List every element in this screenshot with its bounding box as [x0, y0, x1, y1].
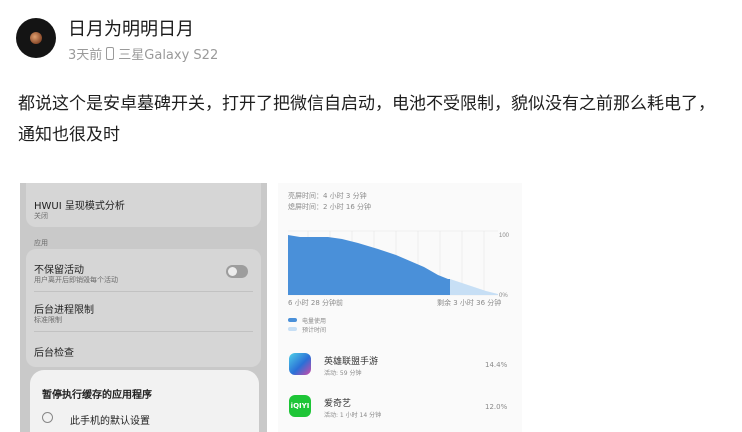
hwui-title: HWUI 呈现模式分析: [34, 201, 125, 212]
app-activity: 活动: 59 分钟: [324, 370, 362, 377]
screen-off-time: 熄屏时间：2 小时 16 分钟: [288, 203, 372, 211]
app-row[interactable]: 英雄联盟手游 活动: 59 分钟 14.4%: [278, 349, 522, 383]
app-row[interactable]: iQIYI 爱奇艺 活动: 1 小时 14 分钟 12.0%: [278, 391, 522, 425]
battery-estimate-area: [450, 279, 498, 295]
bg-check-title: 后台检查: [34, 348, 74, 359]
hwui-sub: 关闭: [34, 212, 48, 220]
legend-usage: 电量使用: [302, 318, 327, 325]
y-axis-max: 100: [499, 233, 510, 239]
app-activity: 活动: 1 小时 14 分钟: [324, 412, 382, 419]
post-meta: 3天前 三星Galaxy S22: [68, 44, 218, 63]
battery-screenshot[interactable]: 亮屏时间：4 小时 3 分钟 熄屏时间：2 小时 16 分钟 100 0% 6 …: [278, 183, 522, 432]
app-name: 爱奇艺: [324, 399, 352, 409]
username[interactable]: 日月为明明日月: [68, 15, 194, 41]
legend-estimate: 预计时间: [302, 327, 327, 334]
radio-default[interactable]: [42, 412, 53, 423]
phone-icon: [106, 47, 115, 60]
iqiyi-icon: iQIYI: [289, 395, 311, 417]
dialog-option: 此手机的默认设置: [70, 416, 150, 427]
legend-estimate-swatch: [288, 327, 297, 331]
no-keep-sub: 用户离开后即销毁每个活动: [34, 276, 118, 284]
avatar[interactable]: [16, 18, 56, 58]
legend-usage-swatch: [288, 318, 297, 322]
screen-on-time: 亮屏时间：4 小时 3 分钟: [288, 192, 367, 200]
post-time: 3天前: [68, 48, 103, 63]
x-axis-start: 6 小时 28 分钟前: [288, 299, 344, 307]
battery-usage-area: [288, 235, 450, 295]
device-name: 三星Galaxy S22: [118, 48, 219, 63]
no-keep-title: 不保留活动: [34, 265, 84, 276]
no-keep-toggle[interactable]: [226, 265, 248, 278]
divider: [34, 331, 253, 332]
section-label: 应用: [34, 239, 48, 247]
bg-limit-title: 后台进程限制: [34, 305, 94, 316]
x-axis-end: 剩余 3 小时 36 分钟: [437, 299, 502, 307]
app-name: 英雄联盟手游: [324, 357, 379, 367]
post-body: 都说这个是安卓墓碑开关，打开了把微信自启动，电池不受限制，貌似没有之前那么耗电了…: [18, 94, 715, 145]
divider: [34, 291, 253, 292]
app-percent: 14.4%: [485, 361, 508, 369]
app-percent: 12.0%: [485, 403, 508, 411]
settings-screenshot[interactable]: HWUI 呈现模式分析 关闭 应用 不保留活动 用户离开后即销毁每个活动 后台进…: [20, 183, 267, 432]
bg-limit-sub: 标准限制: [34, 316, 62, 324]
game-icon: [289, 353, 311, 375]
dialog-title: 暂停执行缓存的应用程序: [42, 390, 152, 401]
